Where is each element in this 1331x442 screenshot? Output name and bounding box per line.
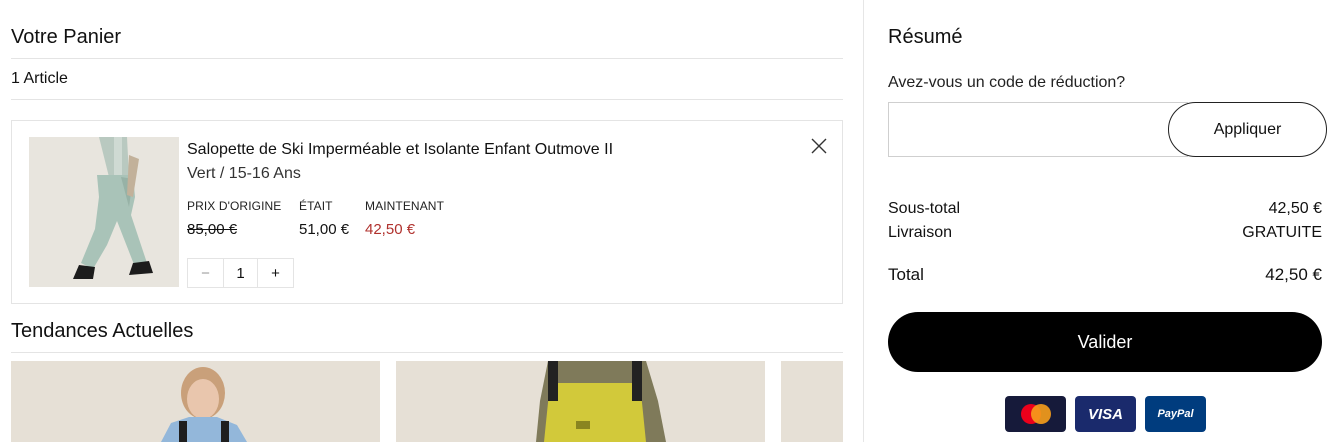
product-variant: Vert / 15-16 Ans xyxy=(187,165,301,182)
total-row: Total 42,50 € xyxy=(888,265,1322,285)
subtotal-label: Sous-total xyxy=(888,200,961,217)
promo-label: Avez-vous un code de réduction? xyxy=(888,74,1126,91)
cart-section: Votre Panier 1 Article Salopette de Ski … xyxy=(0,0,864,442)
divider xyxy=(11,352,843,353)
subtotal-value: 42,50 € xyxy=(1268,200,1322,217)
shipping-value: GRATUITE xyxy=(1242,224,1322,241)
price-was: ÉTAIT 51,00 € xyxy=(299,199,349,238)
trend-product-image[interactable] xyxy=(396,361,765,442)
trend-product-image[interactable] xyxy=(11,361,380,442)
price-label: ÉTAIT xyxy=(299,199,333,213)
subtotal-row: Sous-total 42,50 € xyxy=(888,200,1322,218)
mastercard-icon xyxy=(1005,396,1066,432)
price-label: MAINTENANT xyxy=(365,199,444,213)
price-now: MAINTENANT 42,50 € xyxy=(365,199,444,238)
divider xyxy=(11,99,843,100)
shipping-label: Livraison xyxy=(888,224,953,241)
trend-product-image[interactable] xyxy=(781,361,843,442)
decrease-button[interactable]: − xyxy=(188,259,223,287)
price-label: PRIX D'ORIGINE xyxy=(187,199,282,213)
price-original: PRIX D'ORIGINE 85,00 € xyxy=(187,199,281,238)
quantity-value[interactable]: 1 xyxy=(223,259,258,287)
increase-button[interactable]: + xyxy=(258,259,293,287)
promo-code-input[interactable] xyxy=(888,102,1188,157)
trends-title: Tendances Actuelles xyxy=(11,320,194,342)
cart-item: Salopette de Ski Imperméable et Isolante… xyxy=(11,120,843,304)
price-value: 85,00 € xyxy=(187,221,238,238)
close-icon[interactable] xyxy=(810,137,828,155)
cart-title: Votre Panier xyxy=(11,26,122,48)
summary-section: Résumé Avez-vous un code de réduction? A… xyxy=(864,0,1331,442)
price-value: 51,00 € xyxy=(299,221,350,238)
divider xyxy=(11,58,843,59)
product-name[interactable]: Salopette de Ski Imperméable et Isolante… xyxy=(187,141,613,159)
total-value: 42,50 € xyxy=(1265,265,1322,284)
shipping-row: Livraison GRATUITE xyxy=(888,224,1322,242)
visa-icon: VISA xyxy=(1075,396,1136,432)
quantity-stepper: − 1 + xyxy=(187,258,294,288)
product-image[interactable] xyxy=(29,137,179,287)
cart-count: 1 Article xyxy=(11,70,68,87)
apply-button[interactable]: Appliquer xyxy=(1168,102,1327,157)
summary-title: Résumé xyxy=(888,26,963,48)
total-label: Total xyxy=(888,265,924,284)
price-value: 42,50 € xyxy=(365,221,416,238)
checkout-button[interactable]: Valider xyxy=(888,312,1322,372)
paypal-icon: PayPal xyxy=(1145,396,1206,432)
